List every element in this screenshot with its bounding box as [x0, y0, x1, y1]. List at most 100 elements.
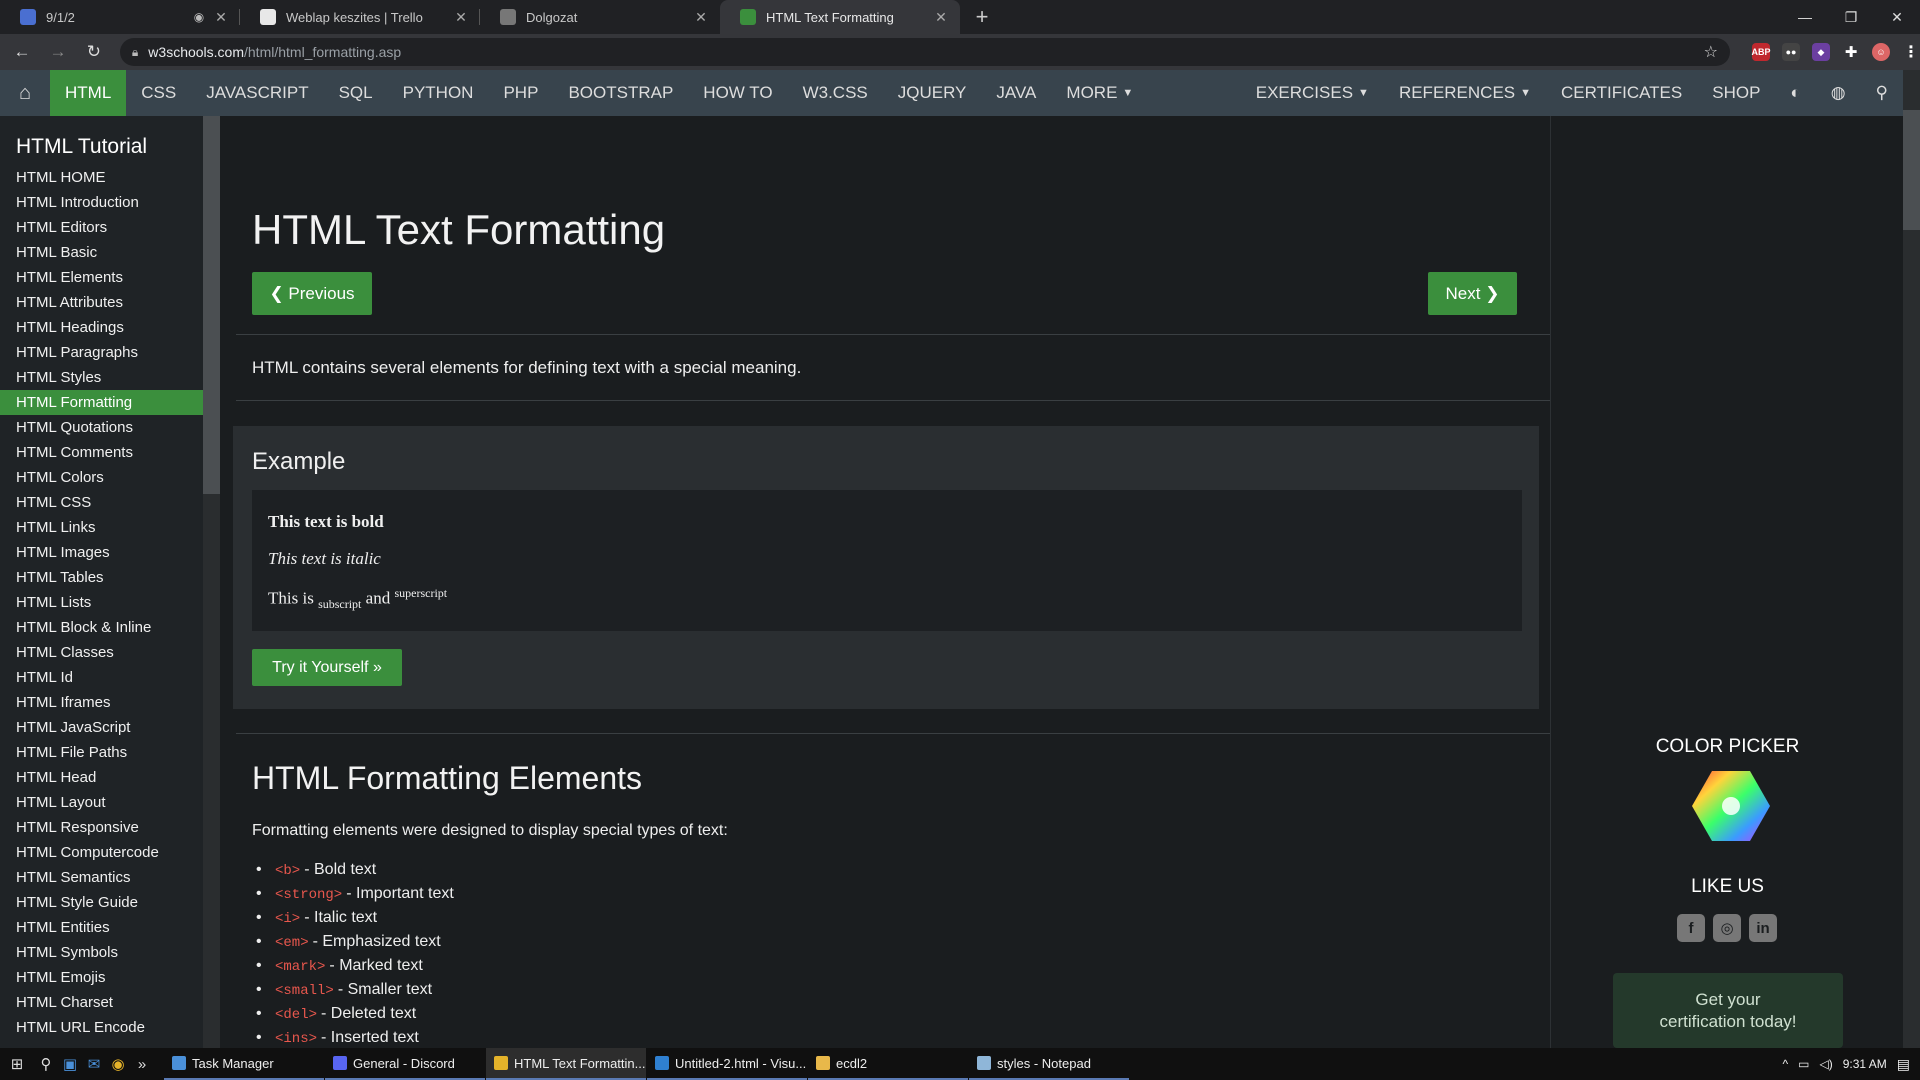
sidebar-item[interactable]: HTML Tables [0, 565, 203, 590]
sidebar-item[interactable]: HTML Lists [0, 590, 203, 615]
back-button[interactable]: ← [8, 38, 36, 66]
sidebar-item[interactable]: HTML Layout [0, 790, 203, 815]
sidebar-scrollbar[interactable] [203, 116, 220, 1048]
certification-banner[interactable]: Get your certification today! [1613, 973, 1843, 1048]
previous-button[interactable]: ❮ Previous [252, 272, 372, 315]
sidebar-item[interactable]: HTML Editors [0, 215, 203, 240]
close-tab-icon[interactable]: ✕ [692, 9, 710, 26]
element-tag[interactable]: <b> [275, 863, 300, 879]
sidebar-item[interactable]: HTML Quotations [0, 415, 203, 440]
mask-extension-icon[interactable]: ●● [1782, 43, 1800, 61]
taskbar-task[interactable]: HTML Text Formattin... [486, 1048, 646, 1080]
sidebar-item[interactable]: HTML Basic [0, 240, 203, 265]
sidebar-item[interactable]: HTML Headings [0, 315, 203, 340]
browser-tab[interactable]: Dolgozat ✕ [480, 0, 720, 34]
sidebar-item[interactable]: HTML Iframes [0, 690, 203, 715]
nav-sql[interactable]: SQL [324, 70, 388, 116]
instagram-icon[interactable]: ◎ [1713, 914, 1741, 942]
home-button[interactable]: ⌂ [0, 70, 50, 116]
more-pins-button[interactable]: » [130, 1048, 154, 1080]
taskbar-task[interactable]: Task Manager [164, 1048, 324, 1080]
element-tag[interactable]: <ins> [275, 1031, 317, 1047]
sidebar-item[interactable]: HTML Symbols [0, 940, 203, 965]
nav-shop[interactable]: SHOP [1697, 70, 1775, 116]
purple-extension-icon[interactable]: ◆ [1812, 43, 1830, 61]
nav-php[interactable]: PHP [488, 70, 553, 116]
taskbar-task[interactable]: ecdl2 [808, 1048, 968, 1080]
reload-button[interactable]: ↻ [80, 38, 108, 66]
store-pin[interactable]: ▣ [58, 1048, 82, 1080]
nav-css[interactable]: CSS [126, 70, 191, 116]
sidebar-item[interactable]: HTML Comments [0, 440, 203, 465]
nav-python[interactable]: PYTHON [388, 70, 489, 116]
sidebar-item[interactable]: HTML Computercode [0, 840, 203, 865]
taskbar-task[interactable]: General - Discord [325, 1048, 485, 1080]
new-tab-button[interactable]: + [966, 0, 998, 34]
minimize-button[interactable]: — [1782, 0, 1828, 34]
menu-kebab-icon[interactable]: ⋮ [1902, 43, 1920, 61]
nav-how-to[interactable]: HOW TO [688, 70, 787, 116]
start-button[interactable]: ⊞ [0, 1048, 34, 1080]
browser-tab[interactable]: Weblap keszites | Trello ✕ [240, 0, 480, 34]
sidebar-item[interactable]: HTML CSS [0, 490, 203, 515]
sidebar-scroll-thumb[interactable] [203, 116, 220, 494]
nav-html[interactable]: HTML [50, 70, 127, 116]
sidebar-item[interactable]: HTML URL Encode [0, 1015, 203, 1040]
page-scrollbar[interactable] [1903, 70, 1920, 1048]
sidebar-item[interactable]: HTML HOME [0, 165, 203, 190]
next-button[interactable]: Next ❯ [1428, 272, 1517, 315]
nav-references[interactable]: REFERENCES ▼ [1384, 70, 1546, 116]
theme-toggle-button[interactable]: ◐ [1775, 70, 1815, 116]
sidebar-item[interactable]: HTML Style Guide [0, 890, 203, 915]
linkedin-icon[interactable]: in [1749, 914, 1777, 942]
browser-tab[interactable]: HTML Text Formatting ✕ [720, 0, 960, 34]
try-it-yourself-button[interactable]: Try it Yourself » [252, 649, 402, 686]
chrome-pin[interactable]: ◉ [106, 1048, 130, 1080]
sidebar-item[interactable]: HTML Emojis [0, 965, 203, 990]
close-window-button[interactable]: ✕ [1874, 0, 1920, 34]
bookmark-star-icon[interactable]: ☆ [1704, 42, 1718, 62]
sidebar-item[interactable]: HTML Elements [0, 265, 203, 290]
sidebar-item[interactable]: HTML Introduction [0, 190, 203, 215]
sidebar-item[interactable]: HTML Semantics [0, 865, 203, 890]
element-tag[interactable]: <i> [275, 911, 300, 927]
sidebar-item[interactable]: HTML Images [0, 540, 203, 565]
sidebar-item[interactable]: HTML Block & Inline [0, 615, 203, 640]
sidebar-item[interactable]: HTML Id [0, 665, 203, 690]
nav-bootstrap[interactable]: BOOTSTRAP [553, 70, 688, 116]
sidebar-item[interactable]: HTML Colors [0, 465, 203, 490]
address-bar[interactable]: 🔒︎ w3schools.com /html/html_formatting.a… [119, 38, 1730, 66]
nav-java[interactable]: JAVA [981, 70, 1051, 116]
taskbar-task[interactable]: Untitled-2.html - Visu... [647, 1048, 807, 1080]
sidebar-item[interactable]: HTML Entities [0, 915, 203, 940]
nav-more[interactable]: MORE ▼ [1051, 70, 1148, 116]
element-tag[interactable]: <em> [275, 935, 309, 951]
mail-pin[interactable]: ✉ [82, 1048, 106, 1080]
network-icon[interactable]: ▭ [1798, 1057, 1809, 1071]
color-picker-icon[interactable] [1692, 771, 1770, 841]
chevron-up-icon[interactable]: ^ [1783, 1057, 1789, 1071]
profile-avatar[interactable]: ☺ [1872, 43, 1890, 61]
facebook-icon[interactable]: f [1677, 914, 1705, 942]
clock[interactable]: 9:31 AM [1843, 1057, 1887, 1071]
sidebar-item[interactable]: HTML Head [0, 765, 203, 790]
sidebar-item[interactable]: HTML Styles [0, 365, 203, 390]
sidebar-item[interactable]: HTML Responsive [0, 815, 203, 840]
nav-certificates[interactable]: CERTIFICATES [1546, 70, 1697, 116]
nav-w3-css[interactable]: W3.CSS [788, 70, 883, 116]
search-taskbar-button[interactable]: ⚲ [34, 1048, 58, 1080]
close-tab-icon[interactable]: ✕ [212, 9, 230, 26]
nav-exercises[interactable]: EXERCISES ▼ [1241, 70, 1384, 116]
element-tag[interactable]: <strong> [275, 887, 342, 903]
adblock-extension-icon[interactable]: ABP [1752, 43, 1771, 61]
close-tab-icon[interactable]: ✕ [452, 9, 470, 26]
audio-playing-icon[interactable]: ◉ [190, 10, 208, 24]
nav-javascript[interactable]: JAVASCRIPT [191, 70, 323, 116]
close-tab-icon[interactable]: ✕ [932, 9, 950, 26]
sidebar-item[interactable]: HTML Charset [0, 990, 203, 1015]
puzzle-extensions-icon[interactable]: ✚ [1842, 43, 1860, 61]
forward-button[interactable]: → [44, 38, 72, 66]
taskbar-task[interactable]: styles - Notepad [969, 1048, 1129, 1080]
nav-jquery[interactable]: JQUERY [883, 70, 982, 116]
notifications-icon[interactable]: ▤ [1897, 1056, 1910, 1073]
